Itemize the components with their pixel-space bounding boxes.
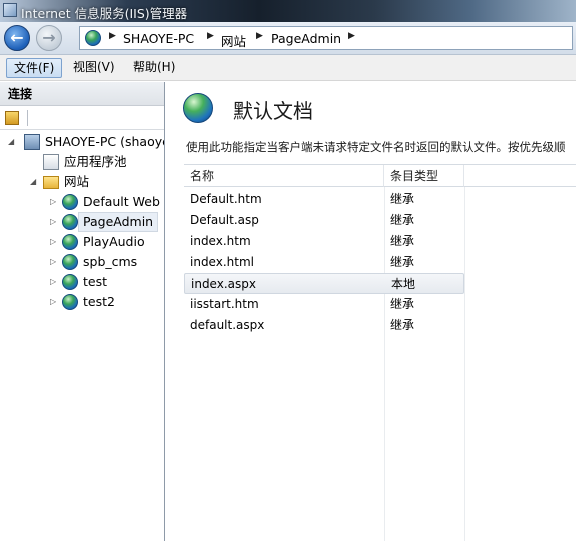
menu-view[interactable]: 视图(V) <box>66 58 122 78</box>
entry-type: 继承 <box>390 318 415 332</box>
entry-type: 继承 <box>390 213 415 227</box>
document-name: Default.asp <box>190 213 259 227</box>
document-name: iisstart.htm <box>190 297 259 311</box>
page-title: 默认文档 <box>233 99 313 123</box>
connections-pane: 连接 ◢ SHAOYE-PC (shaoye 应用程序池 ◢ 网站 ▷ Defa… <box>0 82 165 541</box>
menu-help[interactable]: 帮助(H) <box>126 58 182 78</box>
list-item[interactable]: index.htm 继承 <box>184 231 464 252</box>
iis-manager-icon <box>3 3 17 17</box>
globe-icon <box>62 194 78 210</box>
globe-icon <box>62 254 78 270</box>
toolbar-divider <box>27 110 28 126</box>
list-item[interactable]: default.aspx 继承 <box>184 315 464 336</box>
tree-item-label: test <box>83 274 108 289</box>
entry-type: 本地 <box>391 277 416 291</box>
tree-item-label: spb_cms <box>83 254 138 269</box>
tree-item-label: 应用程序池 <box>64 154 127 169</box>
folder-icon <box>43 176 59 189</box>
list-item[interactable]: Default.asp 继承 <box>184 210 464 231</box>
breadcrumb-sites[interactable]: 网站 <box>221 31 246 50</box>
tree-item-site-test[interactable]: ▷ test <box>50 272 164 292</box>
navigation-bar: ← → ▶ SHAOYE-PC ▶ 网站 ▶ PageAdmin ▶ <box>0 22 576 55</box>
feature-pane: 默认文档 使用此功能指定当客户端未请求特定文件名时返回的默认文件。按优先级顺 名… <box>166 82 576 541</box>
collapse-icon[interactable]: ◢ <box>30 172 36 192</box>
tree-item-label: test2 <box>83 294 115 309</box>
tree-item-label: PageAdmin <box>78 212 159 232</box>
server-icon <box>24 134 40 150</box>
tree-item-app-pools[interactable]: 应用程序池 <box>40 152 164 172</box>
document-name: default.aspx <box>190 318 265 332</box>
tree-item-label: 网站 <box>64 174 90 189</box>
default-document-icon <box>183 93 213 123</box>
back-button[interactable]: ← <box>4 25 30 51</box>
connect-icon[interactable] <box>5 111 19 125</box>
expand-icon[interactable]: ▷ <box>50 252 56 272</box>
globe-icon <box>62 294 78 310</box>
globe-icon <box>85 30 101 46</box>
breadcrumb-site[interactable]: PageAdmin <box>271 31 341 46</box>
expand-icon[interactable]: ▷ <box>50 272 56 292</box>
list-item[interactable]: iisstart.htm 继承 <box>184 294 464 315</box>
forward-arrow-icon: → <box>42 28 56 47</box>
tree-item-sites[interactable]: ◢ 网站 <box>30 172 164 192</box>
tree-item-server[interactable]: ◢ SHAOYE-PC (shaoye <box>8 132 165 152</box>
entry-type: 继承 <box>390 255 415 269</box>
column-header-entry-type[interactable]: 条目类型 <box>384 165 464 187</box>
connections-toolbar <box>0 106 164 130</box>
expand-icon[interactable]: ▷ <box>50 192 56 212</box>
expand-icon[interactable]: ▷ <box>50 232 56 252</box>
document-name: index.htm <box>190 234 251 248</box>
document-name: index.html <box>190 255 254 269</box>
entry-type: 继承 <box>390 234 415 248</box>
collapse-icon[interactable]: ◢ <box>8 132 14 152</box>
globe-icon <box>62 274 78 290</box>
tree-item-label: PlayAudio <box>83 234 145 249</box>
list-item[interactable]: index.html 继承 <box>184 252 464 273</box>
address-bar[interactable]: ▶ SHAOYE-PC ▶ 网站 ▶ PageAdmin ▶ <box>79 26 573 50</box>
tree-item-site-spb-cms[interactable]: ▷ spb_cms <box>50 252 164 272</box>
tree-item-site-default[interactable]: ▷ Default Web S <box>50 192 165 212</box>
expand-icon[interactable]: ▷ <box>50 292 56 312</box>
tree-item-label: Default Web S <box>83 194 165 209</box>
tree-item-label: SHAOYE-PC (shaoye <box>45 134 165 149</box>
title-bar: Internet 信息服务(IIS)管理器 <box>0 0 576 22</box>
tree-item-site-playaudio[interactable]: ▷ PlayAudio <box>50 232 164 252</box>
forward-button[interactable]: → <box>36 25 62 51</box>
breadcrumb-server[interactable]: SHAOYE-PC <box>123 31 194 46</box>
breadcrumb-separator-icon[interactable]: ▶ <box>348 31 355 41</box>
list-item-selected[interactable]: index.aspx 本地 <box>184 273 464 294</box>
entry-type: 继承 <box>390 297 415 311</box>
app-pool-icon <box>43 154 59 170</box>
tree-item-site-test2[interactable]: ▷ test2 <box>50 292 164 312</box>
list-item[interactable]: Default.htm 继承 <box>184 189 464 210</box>
entry-type: 继承 <box>390 192 415 206</box>
back-arrow-icon: ← <box>10 28 24 47</box>
column-header-filler <box>464 165 576 187</box>
globe-icon <box>62 214 78 230</box>
connections-header: 连接 <box>0 82 164 106</box>
document-name: Default.htm <box>190 192 262 206</box>
column-divider <box>464 187 465 541</box>
feature-description: 使用此功能指定当客户端未请求特定文件名时返回的默认文件。按优先级顺 <box>186 140 566 154</box>
tree-item-site-pageadmin[interactable]: ▷ PageAdmin <box>50 212 164 232</box>
default-document-list: 名称 条目类型 Default.htm 继承 Default.asp 继承 in… <box>184 164 576 541</box>
breadcrumb-separator-icon[interactable]: ▶ <box>256 31 263 41</box>
breadcrumb-separator-icon: ▶ <box>109 31 116 41</box>
column-header-name[interactable]: 名称 <box>184 165 384 187</box>
document-name: index.aspx <box>191 277 256 291</box>
breadcrumb-separator-icon[interactable]: ▶ <box>207 31 214 41</box>
menu-file[interactable]: 文件(F) <box>6 58 63 78</box>
menu-bar: 文件(F) 视图(V) 帮助(H) <box>0 55 576 81</box>
expand-icon[interactable]: ▷ <box>50 212 56 232</box>
globe-icon <box>62 234 78 250</box>
window-title: Internet 信息服务(IIS)管理器 <box>21 6 188 21</box>
